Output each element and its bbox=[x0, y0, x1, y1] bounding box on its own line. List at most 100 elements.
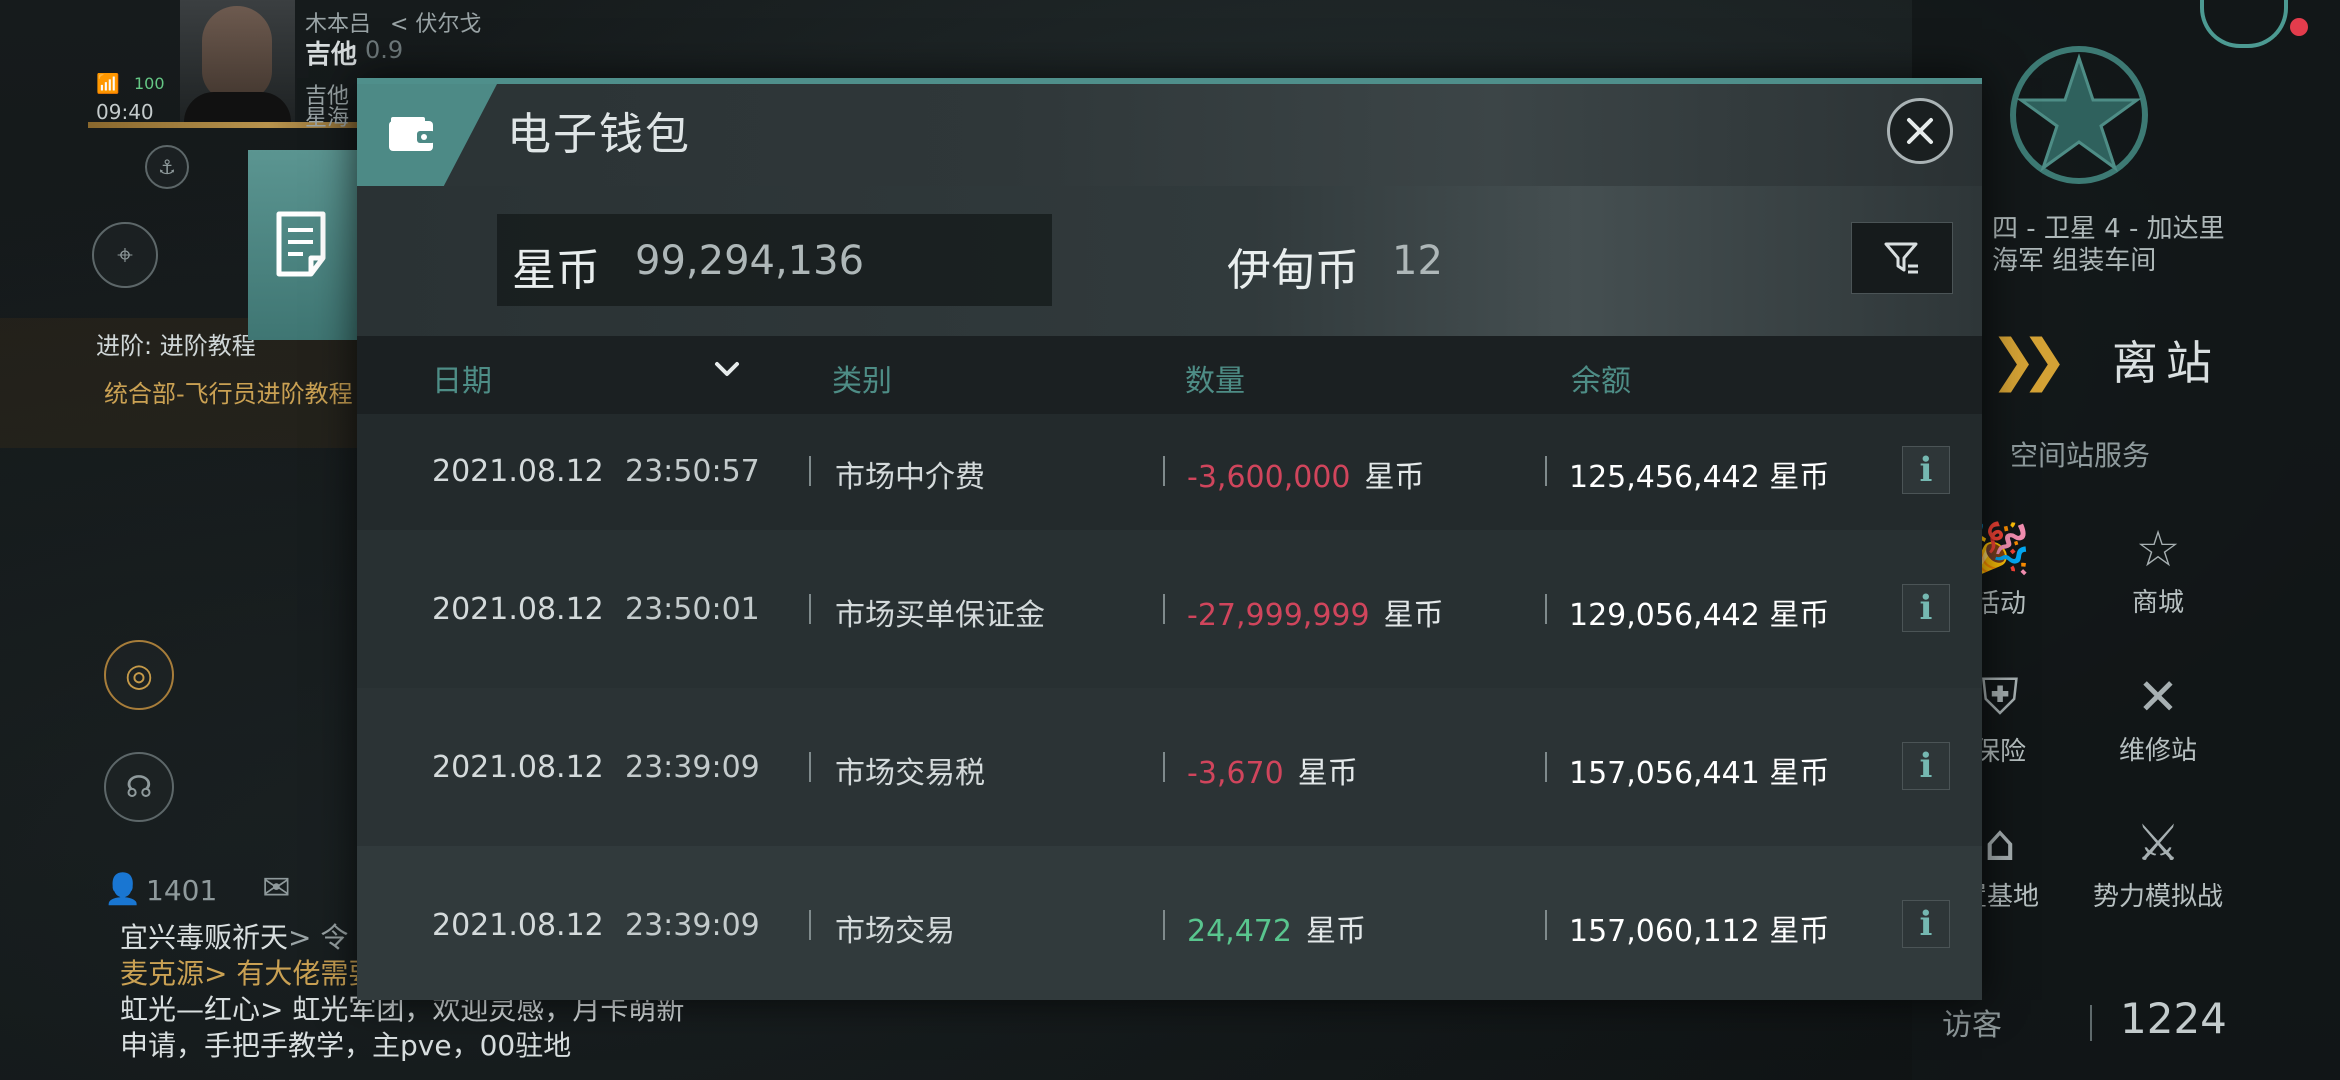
cell-divider bbox=[809, 752, 811, 782]
row-category: 市场交易 bbox=[835, 914, 955, 949]
amount-unit: 星币 bbox=[1297, 756, 1358, 791]
faction-star-emblem-icon bbox=[2004, 40, 2154, 190]
player-avatar[interactable] bbox=[180, 0, 295, 122]
info-icon: i bbox=[1919, 746, 1933, 786]
table-row[interactable]: 2021.08.12 23:39:09 市场交易 24,472 星币 157,06… bbox=[357, 846, 1982, 1000]
eden-coin-label: 伊甸币 bbox=[1227, 245, 1359, 296]
info-button[interactable]: i bbox=[1902, 900, 1950, 948]
chat-sender: 虹光—红心 bbox=[120, 993, 261, 1026]
filter-button[interactable] bbox=[1851, 222, 1953, 294]
column-balance: 余额 bbox=[1571, 364, 1631, 399]
info-button[interactable]: i bbox=[1902, 742, 1950, 790]
amount-unit: 星币 bbox=[1305, 914, 1366, 949]
dialog-title: 电子钱包 bbox=[507, 109, 691, 160]
cell-divider bbox=[1163, 752, 1165, 782]
chat-message: > 令 bbox=[288, 921, 349, 954]
service-faction-sim[interactable]: ⚔ 势力模拟战 bbox=[2078, 814, 2238, 913]
info-icon: i bbox=[1919, 450, 1933, 490]
amount-value: -27,999,999 bbox=[1187, 598, 1370, 633]
wallet-icon bbox=[389, 117, 435, 151]
close-button[interactable] bbox=[1887, 98, 1953, 164]
chat-line: 申请，手把手教学，主pve，00驻地 bbox=[120, 1028, 820, 1064]
cell-divider bbox=[1545, 910, 1547, 940]
battery-indicator: 100 bbox=[134, 74, 165, 93]
amount-value: 24,472 bbox=[1187, 914, 1292, 949]
service-label: 势力模拟战 bbox=[2092, 882, 2223, 912]
amount-unit: 星币 bbox=[1383, 598, 1444, 633]
avatar-shirt bbox=[184, 92, 291, 122]
amount-unit: 星币 bbox=[1364, 460, 1425, 495]
chevron-down-icon[interactable] bbox=[707, 350, 747, 390]
mail-icon[interactable]: ✉ bbox=[262, 868, 291, 908]
table-row[interactable]: 2021.08.12 23:39:09 市场交易税 -3,670 星币 157,0… bbox=[357, 688, 1982, 846]
balance-bar bbox=[357, 186, 1982, 336]
location-back-link[interactable]: < 伏尔戈 bbox=[390, 6, 481, 38]
info-button[interactable]: i bbox=[1902, 584, 1950, 632]
station-services-title: 空间站服务 bbox=[2010, 439, 2151, 472]
cell-divider bbox=[1545, 594, 1547, 624]
row-balance: 157,056,441 星币 bbox=[1569, 756, 1830, 791]
service-shop[interactable]: ☆ 商城 bbox=[2078, 520, 2238, 619]
row-date: 2021.08.12 bbox=[432, 908, 604, 943]
info-icon: i bbox=[1919, 904, 1933, 944]
column-amount: 数量 bbox=[1185, 364, 1245, 399]
cell-divider bbox=[1163, 910, 1165, 940]
row-balance: 129,056,442 星币 bbox=[1569, 598, 1830, 633]
crossed-flags-icon: ⚔ bbox=[2135, 814, 2181, 872]
service-label: 商城 bbox=[2131, 588, 2184, 618]
row-date: 2021.08.12 bbox=[432, 454, 604, 489]
corp-icon[interactable]: ⚓ bbox=[145, 145, 189, 189]
chat-message: 申请，手把手教学，主pve，00驻地 bbox=[120, 1029, 572, 1062]
cell-divider bbox=[1163, 456, 1165, 486]
headset-icon[interactable]: ☊ bbox=[104, 752, 174, 822]
table-row[interactable]: 2021.08.12 23:50:57 市场中介费 -3,600,000 星币 1… bbox=[357, 414, 1982, 530]
corp-line-2: 星海 bbox=[305, 106, 350, 131]
cell-divider bbox=[1545, 456, 1547, 486]
map-pin-icon[interactable]: ⌖ bbox=[92, 222, 158, 288]
wifi-icon: 📶 bbox=[96, 73, 120, 95]
service-label: 维修站 bbox=[2118, 736, 2197, 766]
task-title: 进阶: 进阶教程 bbox=[96, 332, 256, 360]
row-balance: 125,456,442 星币 bbox=[1569, 460, 1830, 495]
task-subtitle: 统合部-飞行员进阶教程 bbox=[104, 380, 353, 408]
visitor-divider bbox=[2090, 1005, 2092, 1041]
row-balance: 157,060,112 星币 bbox=[1569, 914, 1830, 949]
service-repair[interactable]: ✕ 维修站 bbox=[2078, 668, 2238, 767]
security-status: 0.9 bbox=[365, 36, 404, 64]
row-time: 23:39:09 bbox=[625, 750, 760, 785]
cell-divider bbox=[809, 594, 811, 624]
visitor-label: 访客 bbox=[1942, 1008, 2002, 1043]
eden-coin-value: 12 bbox=[1392, 238, 1443, 284]
contacts-count: 1401 bbox=[146, 874, 218, 907]
row-time: 23:50:57 bbox=[625, 454, 760, 489]
cell-divider bbox=[809, 456, 811, 486]
row-time: 23:50:01 bbox=[625, 592, 760, 627]
info-button[interactable]: i bbox=[1902, 446, 1950, 494]
cell-divider bbox=[1163, 594, 1165, 624]
row-category: 市场交易税 bbox=[835, 756, 985, 791]
amount-value: -3,600,000 bbox=[1187, 460, 1351, 495]
star-coin-label: 星币 bbox=[512, 245, 600, 296]
chat-sender: 麦克源 bbox=[120, 957, 205, 990]
table-row[interactable]: 2021.08.12 23:50:01 市场买单保证金 -27,999,999 星… bbox=[357, 530, 1982, 688]
row-date: 2021.08.12 bbox=[432, 592, 604, 627]
undock-label: 离站 bbox=[2111, 336, 2220, 390]
station-location-line-2: 海军 组装车间 bbox=[1992, 246, 2157, 276]
column-date[interactable]: 日期 bbox=[432, 356, 492, 400]
filter-icon bbox=[1884, 242, 1918, 274]
chevron-right-icon: ❯❯ bbox=[1990, 327, 2068, 393]
contacts-icon[interactable]: 👤 bbox=[104, 872, 141, 907]
row-amount: -3,600,000 星币 bbox=[1187, 452, 1425, 496]
notification-dot bbox=[2290, 18, 2308, 36]
info-icon: i bbox=[1919, 588, 1933, 628]
column-category: 类别 bbox=[832, 364, 892, 399]
cell-divider bbox=[809, 910, 811, 940]
undock-button[interactable]: ❯❯ 离站 bbox=[1990, 318, 2330, 402]
row-date: 2021.08.12 bbox=[432, 750, 604, 785]
wallet-side-tab[interactable] bbox=[248, 150, 358, 340]
row-category: 市场买单保证金 bbox=[835, 598, 1045, 633]
wrench-icon: ✕ bbox=[2137, 668, 2179, 726]
row-category: 市场中介费 bbox=[835, 460, 985, 495]
target-icon[interactable]: ◎ bbox=[104, 640, 174, 710]
row-amount: -3,670 星币 bbox=[1187, 748, 1358, 792]
